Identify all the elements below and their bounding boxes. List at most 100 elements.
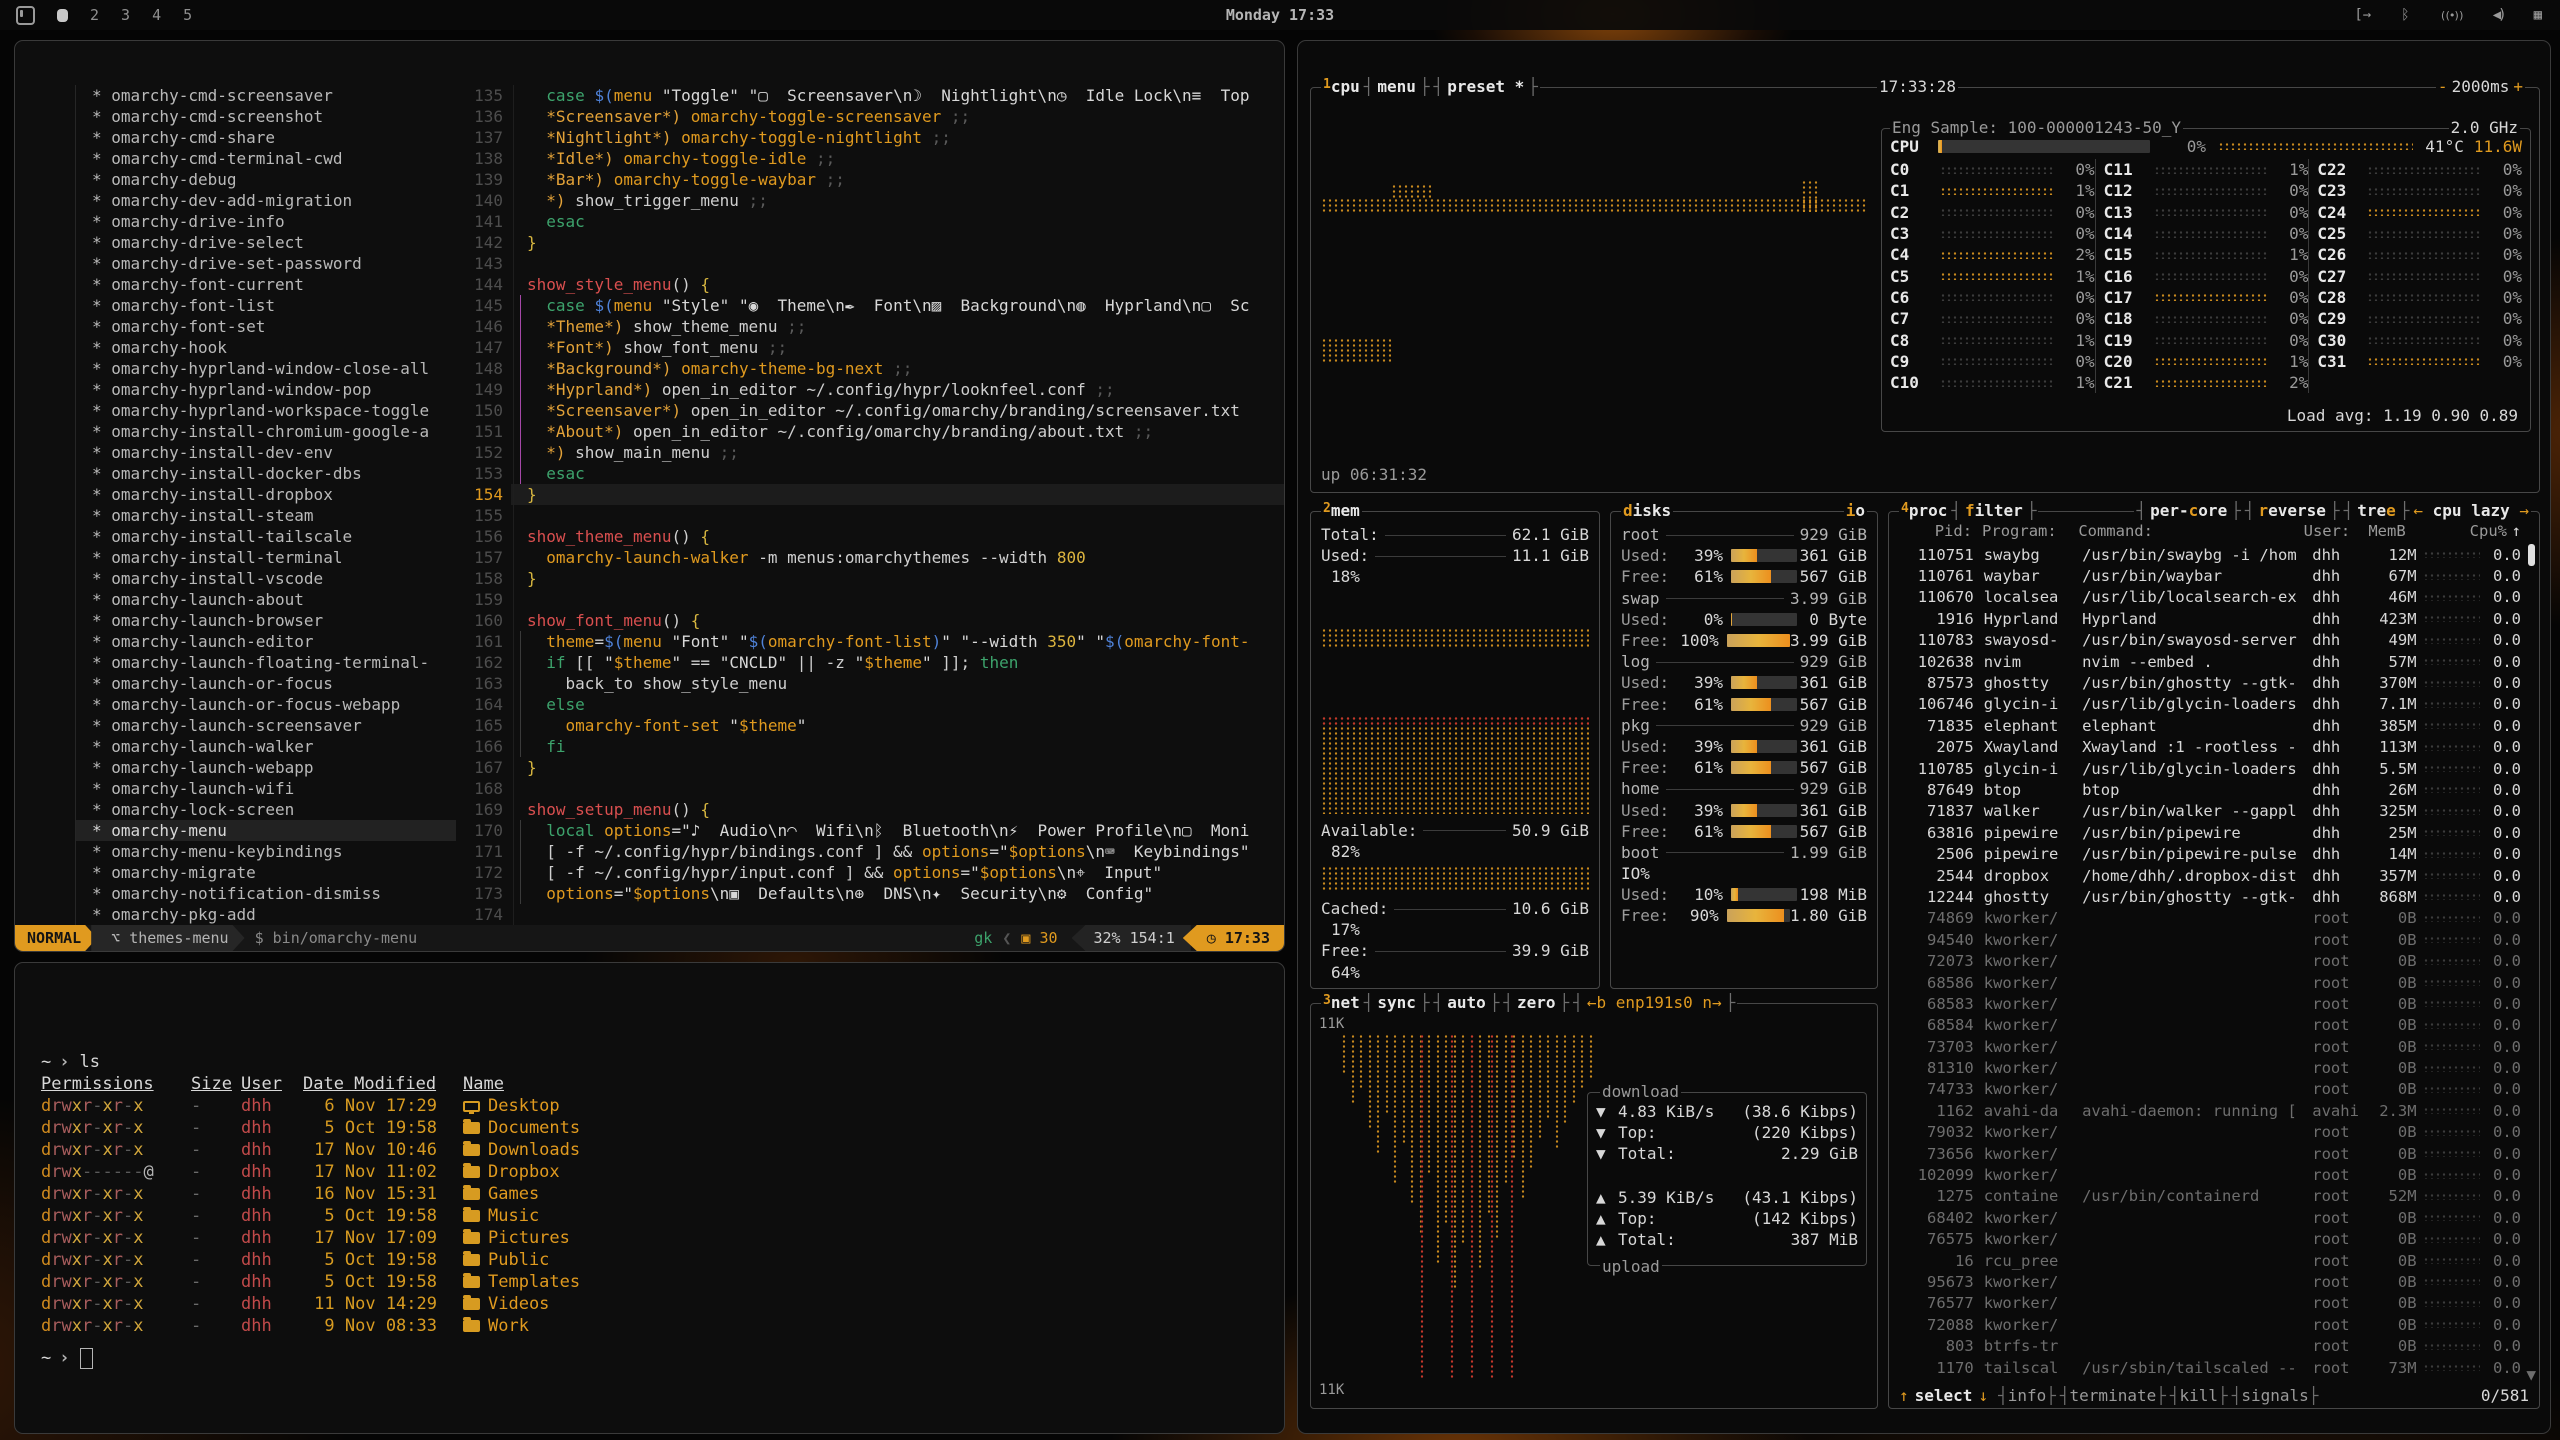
proc-row[interactable]: 74869kworker/root0B0.0 <box>1895 908 2521 929</box>
proc-row[interactable]: 68402kworker/root0B0.0 <box>1895 1207 2521 1228</box>
proc-row[interactable]: 106746glycin-i/usr/lib/glycin-loadersdhh… <box>1895 694 2521 715</box>
proc-row[interactable]: 102638nvimnvim --embed .dhh57M0.0 <box>1895 651 2521 672</box>
file-list-item[interactable]: * omarchy-install-docker-dbs <box>76 463 456 484</box>
per-core-toggle[interactable]: per-core <box>2148 501 2229 520</box>
file-list-item[interactable]: * omarchy-pkg-add <box>76 904 456 925</box>
file-list-item[interactable]: * omarchy-font-current <box>76 274 456 295</box>
proc-row[interactable]: 110761waybar/usr/bin/waybardhh67M0.0 <box>1895 565 2521 586</box>
proc-header-row[interactable]: Pid:Program:Command:User:MemBCpu%↑ <box>1895 520 2521 541</box>
file-list-item[interactable]: * omarchy-launch-or-focus <box>76 673 456 694</box>
file-list-item[interactable]: * omarchy-cmd-screensaver <box>76 85 456 106</box>
file-list-item[interactable]: * omarchy-launch-webapp <box>76 757 456 778</box>
proc-row[interactable]: 2506pipewire/usr/bin/pipewire-pulsedhh14… <box>1895 843 2521 864</box>
network-icon[interactable]: ((•)) <box>2440 9 2463 22</box>
file-list-item[interactable]: * omarchy-install-terminal <box>76 547 456 568</box>
proc-row[interactable]: 94540kworker/root0B0.0 <box>1895 929 2521 950</box>
file-list-item[interactable]: * omarchy-hyprland-window-close-all <box>76 358 456 379</box>
menu-button[interactable]: menu <box>1375 77 1418 96</box>
net-sync-button[interactable]: sync <box>1375 993 1418 1012</box>
file-list-item[interactable]: * omarchy-drive-info <box>76 211 456 232</box>
cpu-icon[interactable]: ▦ <box>2534 7 2542 23</box>
proc-row[interactable]: 87573ghostty/usr/bin/ghostty --gtk-dhh37… <box>1895 672 2521 693</box>
file-list-item[interactable]: * omarchy-drive-set-password <box>76 253 456 274</box>
proc-row[interactable]: 110751swaybg/usr/bin/swaybg -i /homdhh12… <box>1895 544 2521 565</box>
file-list-item[interactable]: * omarchy-font-set <box>76 316 456 337</box>
proc-row[interactable]: 74733kworker/root0B0.0 <box>1895 1079 2521 1100</box>
file-list-item[interactable]: * omarchy-lock-screen <box>76 799 456 820</box>
kill-button[interactable]: ┤kill├ <box>2170 1386 2228 1405</box>
proc-row[interactable]: 71837walker/usr/bin/walker --gappldhh325… <box>1895 801 2521 822</box>
file-list-item[interactable]: * omarchy-font-list <box>76 295 456 316</box>
proc-row[interactable]: 72088kworker/root0B0.0 <box>1895 1314 2521 1335</box>
proc-row[interactable]: 1916HyprlandHyprlanddhh423M0.0 <box>1895 608 2521 629</box>
proc-row[interactable]: 102099kworker/root0B0.0 <box>1895 1164 2521 1185</box>
file-list-item[interactable]: * omarchy-launch-walker <box>76 736 456 757</box>
reverse-toggle[interactable]: reverse <box>2256 501 2327 520</box>
file-list-item[interactable]: * omarchy-launch-screensaver <box>76 715 456 736</box>
file-list-item[interactable]: * omarchy-drive-select <box>76 232 456 253</box>
proc-row[interactable]: 1275containe/usr/bin/containerdroot52M0.… <box>1895 1186 2521 1207</box>
proc-row[interactable]: 72073kworker/root0B0.0 <box>1895 950 2521 971</box>
info-button[interactable]: ┤info├ <box>1998 1386 2056 1405</box>
proc-row[interactable]: 68583kworker/root0B0.0 <box>1895 993 2521 1014</box>
code-pane[interactable]: case $(menu "Toggle" "▢ Screensaver\n☽ N… <box>527 85 1284 925</box>
proc-row[interactable]: 1170tailscal/usr/sbin/tailscaled --root7… <box>1895 1357 2521 1378</box>
update-decrease-button[interactable]: - <box>2436 77 2450 96</box>
file-list-item[interactable]: * omarchy-launch-editor <box>76 631 456 652</box>
file-list-item[interactable]: * omarchy-migrate <box>76 862 456 883</box>
proc-row[interactable]: 71835elephantelephantdhh385M0.0 <box>1895 715 2521 736</box>
terminate-button[interactable]: ┤terminate├ <box>2060 1386 2166 1405</box>
file-list-item[interactable]: * omarchy-launch-floating-terminal- <box>76 652 456 673</box>
file-list-item[interactable]: * omarchy-launch-about <box>76 589 456 610</box>
file-list-item[interactable]: * omarchy-menu-keybindings <box>76 841 456 862</box>
sort-selector[interactable]: ← cpu lazy → <box>2411 501 2531 520</box>
file-list-item[interactable]: * omarchy-install-dropbox <box>76 484 456 505</box>
proc-row[interactable]: 2075XwaylandXwayland :1 -rootless -dhh11… <box>1895 737 2521 758</box>
tree-toggle[interactable]: tree <box>2355 501 2398 520</box>
file-list-item[interactable]: * omarchy-install-chromium-google-a <box>76 421 456 442</box>
proc-row[interactable]: 1162avahi-daavahi-daemon: running [avahi… <box>1895 1100 2521 1121</box>
preset-button[interactable]: preset * <box>1445 77 1526 96</box>
proc-row[interactable]: 76577kworker/root0B0.0 <box>1895 1293 2521 1314</box>
file-list-item[interactable]: * omarchy-install-steam <box>76 505 456 526</box>
proc-row[interactable]: 95673kworker/root0B0.0 <box>1895 1271 2521 1292</box>
proc-row[interactable]: 73656kworker/root0B0.0 <box>1895 1143 2521 1164</box>
file-list-item[interactable]: * omarchy-launch-wifi <box>76 778 456 799</box>
update-increase-button[interactable]: + <box>2511 77 2525 96</box>
proc-row[interactable]: 76575kworker/root0B0.0 <box>1895 1229 2521 1250</box>
file-list-item[interactable]: * omarchy-dev-add-migration <box>76 190 456 211</box>
proc-row[interactable]: 81310kworker/root0B0.0 <box>1895 1057 2521 1078</box>
file-list-item[interactable]: * omarchy-cmd-screenshot <box>76 106 456 127</box>
net-interface-switcher[interactable]: ←b enp191s0 n→ <box>1585 993 1724 1012</box>
proc-row[interactable]: 110670localsea/usr/lib/localsearch-exdhh… <box>1895 587 2521 608</box>
proc-row[interactable]: 803btrfs-trroot0B0.0 <box>1895 1335 2521 1356</box>
file-list-item[interactable]: * omarchy-hyprland-window-pop <box>76 379 456 400</box>
proc-row[interactable]: 110785glycin-i/usr/lib/glycin-loadersdhh… <box>1895 758 2521 779</box>
proc-row[interactable]: 12244ghostty/usr/bin/ghostty --gtk-dhh86… <box>1895 886 2521 907</box>
proc-row[interactable]: 2544dropbox/home/dhh/.dropbox-distdhh357… <box>1895 865 2521 886</box>
volume-icon[interactable]: ◀) <box>2493 7 2504 23</box>
git-branch[interactable]: ⌥ themes-menu <box>91 925 244 951</box>
scroll-down-icon[interactable]: ▼ <box>2526 1365 2536 1384</box>
file-list-item[interactable]: * omarchy-launch-browser <box>76 610 456 631</box>
file-list-item[interactable]: * omarchy-notification-dismiss <box>76 883 456 904</box>
file-list-item[interactable]: * omarchy-install-dev-env <box>76 442 456 463</box>
logout-icon[interactable]: [→ <box>2354 7 2371 23</box>
proc-row[interactable]: 68586kworker/root0B0.0 <box>1895 972 2521 993</box>
terminal-window[interactable]: ~›ls PermissionsSizeUserDate ModifiedNam… <box>14 962 1285 1434</box>
shell-prompt-line-2[interactable]: ~› <box>41 1347 580 1369</box>
filter-button[interactable]: filter <box>1963 501 2025 520</box>
proc-row[interactable]: 87649btopbtopdhh26M0.0 <box>1895 779 2521 800</box>
net-zero-button[interactable]: zero <box>1515 993 1558 1012</box>
signals-button[interactable]: ┤signals├ <box>2232 1386 2319 1405</box>
file-list-item[interactable]: * omarchy-hyprland-workspace-toggle <box>76 400 456 421</box>
file-list-item[interactable]: * omarchy-launch-or-focus-webapp <box>76 694 456 715</box>
io-toggle[interactable]: io <box>1844 501 1867 520</box>
proc-row[interactable]: 110783swayosd-/usr/bin/swayosd-serverdhh… <box>1895 630 2521 651</box>
file-list-item[interactable]: * omarchy-hook <box>76 337 456 358</box>
file-list-item[interactable]: * omarchy-install-vscode <box>76 568 456 589</box>
proc-row[interactable]: 63816pipewire/usr/bin/pipewiredhh25M0.0 <box>1895 822 2521 843</box>
select-down-button[interactable]: ↓ <box>1978 1386 1988 1405</box>
proc-row[interactable]: 73703kworker/root0B0.0 <box>1895 1036 2521 1057</box>
proc-row[interactable]: 68584kworker/root0B0.0 <box>1895 1015 2521 1036</box>
